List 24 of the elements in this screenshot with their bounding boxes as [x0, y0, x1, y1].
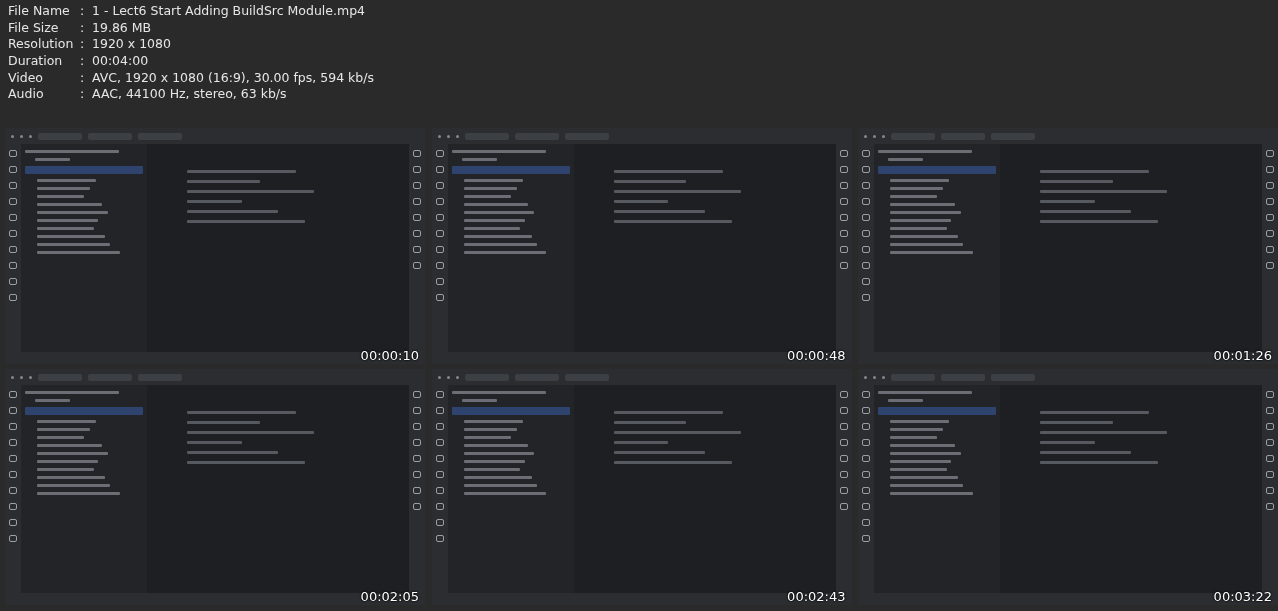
info-label: File Name	[8, 3, 70, 20]
info-value: 00:04:00	[92, 53, 149, 70]
info-value: 1920 x 1080	[92, 36, 171, 54]
info-value: AVC, 1920 x 1080 (16:9), 30.00 fps, 594 kb/s	[92, 69, 374, 87]
info-value: 19.86 MB	[92, 19, 152, 37]
info-label: Video	[8, 69, 44, 87]
info-label: Duration	[8, 53, 63, 70]
timestamp: 00:02:43	[787, 589, 846, 604]
timestamp: 00:00:10	[360, 348, 419, 363]
timestamp: 00:01:26	[1213, 348, 1272, 363]
info-label: File Size	[8, 19, 59, 37]
colon: :	[80, 19, 85, 37]
colon: :	[80, 69, 85, 87]
colon: :	[80, 53, 85, 70]
info-value: AAC, 44100 Hz, stereo, 63 kb/s	[92, 86, 287, 104]
info-label: Audio	[8, 86, 44, 104]
timestamp: 00:00:48	[787, 348, 846, 363]
colon: :	[80, 3, 85, 20]
timestamp: 00:03:22	[1213, 589, 1272, 604]
colon: :	[80, 36, 85, 54]
timestamp: 00:02:05	[360, 589, 419, 604]
info-label: Resolution	[8, 36, 74, 54]
info-value: 1 - Lect6 Start Adding BuildSrc Module.mp4	[92, 3, 366, 20]
colon: :	[80, 86, 85, 104]
